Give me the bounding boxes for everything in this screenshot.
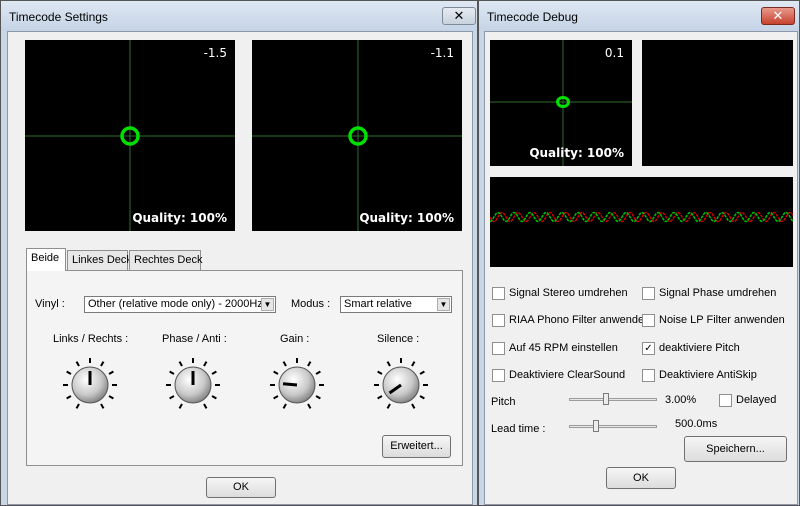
knob-dial-icon: [374, 358, 428, 409]
tab-linkes-deck[interactable]: Linkes Deck: [67, 250, 132, 270]
scope-left-graph: [25, 40, 235, 231]
debug-title: Timecode Debug: [487, 10, 578, 24]
close-icon: ✕: [453, 8, 465, 23]
knob-links-rechts-label: Links / Rechts :: [53, 333, 129, 345]
checkbox-45rpm-label: Auf 45 RPM einstellen: [509, 342, 618, 354]
checkbox-delayed[interactable]: [719, 394, 732, 407]
lead-time-value: 500.0ms: [675, 418, 718, 430]
debug-close-button[interactable]: ✕: [761, 7, 795, 25]
settings-client: -1.5 Quality: 100% -1.1 Quality: 100% Be…: [7, 31, 473, 505]
timecode-settings-window: Timecode Settings ✕ -1.5 Quality: 100% -…: [0, 0, 478, 506]
tab-beide-label: Beide: [31, 252, 60, 264]
checkbox-riaa-label: RIAA Phono Filter anwenden: [509, 314, 651, 326]
knob-dial-icon: [270, 358, 324, 409]
checkbox-signal-stereo[interactable]: [492, 287, 505, 300]
chevron-down-icon: ▼: [261, 298, 274, 311]
scope-left-quality: Quality: 100%: [132, 211, 227, 225]
debug-client: 0.1 Quality: 100% Signal Stereo umdrehen…: [484, 31, 798, 505]
checkbox-noise-lp[interactable]: [642, 314, 655, 327]
advanced-button[interactable]: Erweitert...: [382, 435, 451, 458]
waveform-graph: [490, 211, 793, 223]
pitch-label: Pitch: [491, 396, 516, 408]
waveform-red-line: [490, 211, 793, 223]
scope-right-value: -1.1: [430, 46, 454, 60]
debug-ok-label: OK: [633, 472, 649, 484]
debug-waveform: [490, 177, 793, 267]
debug-scope: 0.1 Quality: 100%: [490, 40, 632, 166]
checkbox-riaa[interactable]: [492, 314, 505, 327]
knob-gain-label: Gain :: [280, 333, 310, 345]
modus-select-value: Smart relative: [344, 298, 412, 310]
modus-label: Modus :: [291, 298, 331, 310]
debug-ok-button[interactable]: OK: [606, 467, 676, 489]
vinyl-select-value: Other (relative mode only) - 2000Hz: [88, 298, 263, 310]
scope-right-graph: [252, 40, 462, 231]
settings-tab-strip: Beide Linkes Deck Rechtes Deck: [26, 248, 466, 272]
close-icon: ✕: [772, 8, 784, 23]
settings-ok-button[interactable]: OK: [206, 477, 276, 498]
debug-spectrum: [642, 40, 793, 166]
scope-right-quality: Quality: 100%: [359, 211, 454, 225]
knob-silence-label: Silence :: [377, 333, 420, 345]
checkbox-clearsound[interactable]: [492, 369, 505, 382]
tab-rechtes-deck[interactable]: Rechtes Deck: [129, 250, 203, 270]
checkbox-antiskip[interactable]: [642, 369, 655, 382]
pitch-slider[interactable]: [569, 392, 657, 408]
checkbox-clearsound-label: Deaktiviere ClearSound: [509, 369, 626, 381]
lead-time-slider-thumb[interactable]: [593, 420, 599, 432]
tab-beide[interactable]: Beide: [26, 248, 66, 271]
settings-ok-label: OK: [233, 481, 249, 493]
lead-time-slider-track: [569, 425, 657, 428]
checkbox-signal-phase-label: Signal Phase umdrehen: [659, 287, 777, 299]
checkbox-45rpm[interactable]: [492, 342, 505, 355]
knob-links-rechts[interactable]: [62, 357, 118, 413]
knob-dial-icon: [63, 358, 117, 409]
settings-titlebar[interactable]: Timecode Settings ✕: [1, 1, 477, 31]
scope-left: -1.5 Quality: 100%: [25, 40, 235, 231]
debug-scope-value: 0.1: [604, 46, 624, 60]
settings-title: Timecode Settings: [9, 10, 108, 24]
checkbox-signal-phase[interactable]: [642, 287, 655, 300]
debug-titlebar[interactable]: Timecode Debug ✕: [479, 1, 799, 31]
knob-gain[interactable]: [269, 357, 325, 413]
scope-right: -1.1 Quality: 100%: [252, 40, 462, 231]
tab-rechtes-deck-label: Rechtes Deck: [134, 254, 203, 266]
checkbox-delayed-label: Delayed: [736, 394, 777, 406]
scope-left-value: -1.5: [203, 46, 227, 60]
settings-close-button[interactable]: ✕: [442, 7, 476, 25]
chevron-down-icon: ▼: [437, 298, 450, 311]
vinyl-select[interactable]: Other (relative mode only) - 2000Hz ▼: [84, 296, 276, 313]
debug-scope-quality: Quality: 100%: [529, 146, 624, 160]
pitch-slider-thumb[interactable]: [603, 393, 609, 405]
lead-time-label: Lead time :: [491, 423, 546, 435]
lead-time-slider[interactable]: [569, 419, 657, 435]
pitch-value: 3.00%: [665, 394, 697, 406]
vinyl-label: Vinyl :: [35, 298, 65, 310]
knob-dial-icon: [166, 358, 220, 409]
checkbox-noise-lp-label: Noise LP Filter anwenden: [659, 314, 785, 326]
timecode-debug-window: Timecode Debug ✕ 0.1 Quality: 100% Signa…: [478, 0, 800, 506]
pitch-slider-track: [569, 398, 657, 401]
save-button-label: Speichern...: [706, 443, 765, 455]
checkbox-disable-pitch-label: deaktiviere Pitch: [659, 342, 740, 354]
modus-select[interactable]: Smart relative ▼: [340, 296, 452, 313]
knob-phase-anti-label: Phase / Anti :: [162, 333, 227, 345]
knob-phase-anti[interactable]: [165, 357, 221, 413]
knob-silence[interactable]: [373, 357, 429, 413]
checkbox-disable-pitch[interactable]: ✓: [642, 342, 655, 355]
checkbox-antiskip-label: Deaktiviere AntiSkip: [659, 369, 757, 381]
settings-tab-panel: Vinyl : Other (relative mode only) - 200…: [26, 270, 463, 466]
advanced-button-label: Erweitert...: [390, 440, 443, 452]
tab-linkes-deck-label: Linkes Deck: [72, 254, 132, 266]
checkbox-signal-stereo-label: Signal Stereo umdrehen: [509, 287, 628, 299]
save-button[interactable]: Speichern...: [684, 436, 787, 462]
